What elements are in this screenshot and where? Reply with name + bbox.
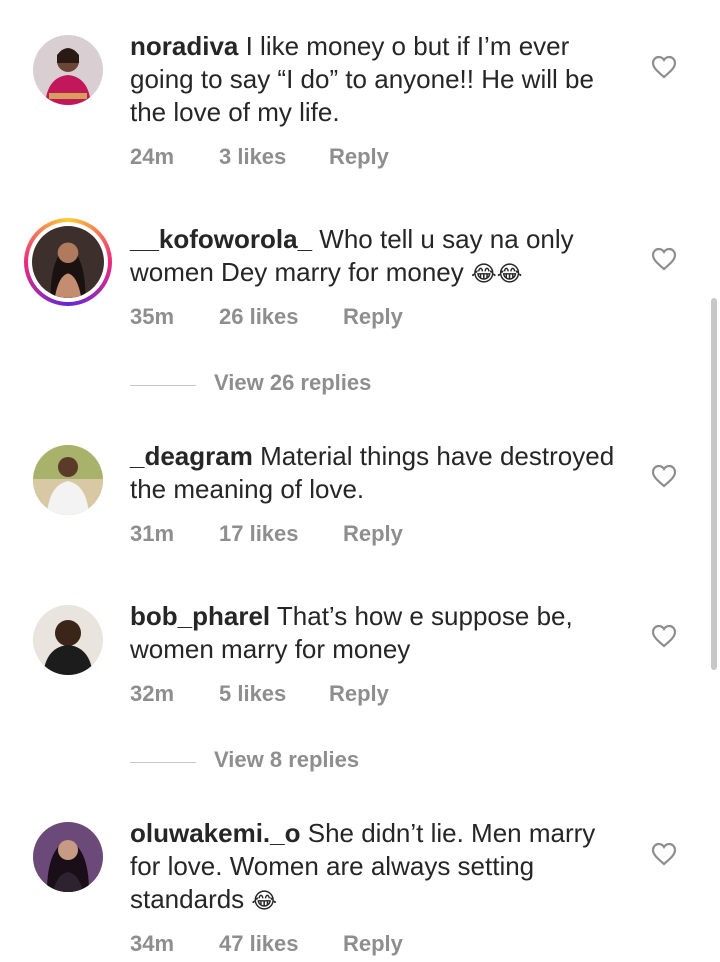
comment-time: 34m bbox=[130, 931, 175, 956]
comment-text: noradiva I like money o but if I’m ever … bbox=[130, 30, 630, 129]
replies-divider bbox=[130, 385, 196, 386]
comment-likes[interactable]: 5 likes bbox=[219, 681, 286, 707]
comment-likes[interactable]: 26 likes bbox=[219, 304, 299, 330]
avatar[interactable] bbox=[24, 218, 112, 306]
comment-text: _deagram Material things have destroyed … bbox=[130, 440, 630, 506]
comment-text: bob_pharel That’s how e suppose be, wome… bbox=[130, 600, 630, 666]
reply-button[interactable]: Reply bbox=[343, 931, 403, 957]
comment-text: oluwakemi._o She didn’t lie. Men marry f… bbox=[130, 817, 630, 918]
comment-time: 32m bbox=[130, 681, 175, 706]
comment-username[interactable]: bob_pharel bbox=[130, 601, 270, 631]
avatar[interactable] bbox=[33, 605, 103, 675]
comment-likes[interactable]: 17 likes bbox=[219, 521, 299, 547]
scrollbar[interactable] bbox=[711, 298, 717, 670]
view-replies-label[interactable]: View 26 replies bbox=[214, 370, 371, 396]
comment-username[interactable]: noradiva bbox=[130, 31, 238, 61]
comment-time: 35m bbox=[130, 304, 175, 329]
heart-outline-icon[interactable] bbox=[651, 55, 677, 79]
avatar[interactable] bbox=[33, 445, 103, 515]
comment-likes[interactable]: 3 likes bbox=[219, 144, 286, 170]
heart-outline-icon[interactable] bbox=[651, 247, 677, 271]
heart-outline-icon[interactable] bbox=[651, 842, 677, 866]
comment-username[interactable]: _deagram bbox=[130, 441, 253, 471]
heart-outline-icon[interactable] bbox=[651, 624, 677, 648]
replies-divider bbox=[130, 762, 196, 763]
comment-time: 24m bbox=[130, 144, 175, 169]
reply-button[interactable]: Reply bbox=[329, 681, 389, 707]
avatar[interactable] bbox=[33, 822, 103, 892]
laughing-emoji: 😂😂 bbox=[470, 262, 523, 287]
avatar[interactable] bbox=[33, 35, 103, 105]
heart-outline-icon[interactable] bbox=[651, 464, 677, 488]
laughing-emoji: 😂 bbox=[251, 889, 278, 914]
comment-likes[interactable]: 47 likes bbox=[219, 931, 299, 957]
comment-text: __kofoworola_ Who tell u say na only wom… bbox=[130, 223, 630, 291]
comment-username[interactable]: __kofoworola_ bbox=[130, 224, 312, 254]
reply-button[interactable]: Reply bbox=[329, 144, 389, 170]
reply-button[interactable]: Reply bbox=[343, 521, 403, 547]
comment-username[interactable]: oluwakemi._o bbox=[130, 818, 301, 848]
view-replies-label[interactable]: View 8 replies bbox=[214, 747, 359, 773]
reply-button[interactable]: Reply bbox=[343, 304, 403, 330]
comment-time: 31m bbox=[130, 521, 175, 546]
